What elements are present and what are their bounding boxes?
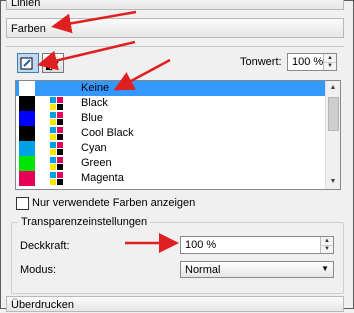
annotation-arrow-keine (113, 58, 171, 91)
annotation-arrows (37, 10, 179, 253)
annotation-arrow-farben (51, 10, 137, 34)
annotation-arrow-fill (37, 40, 136, 71)
